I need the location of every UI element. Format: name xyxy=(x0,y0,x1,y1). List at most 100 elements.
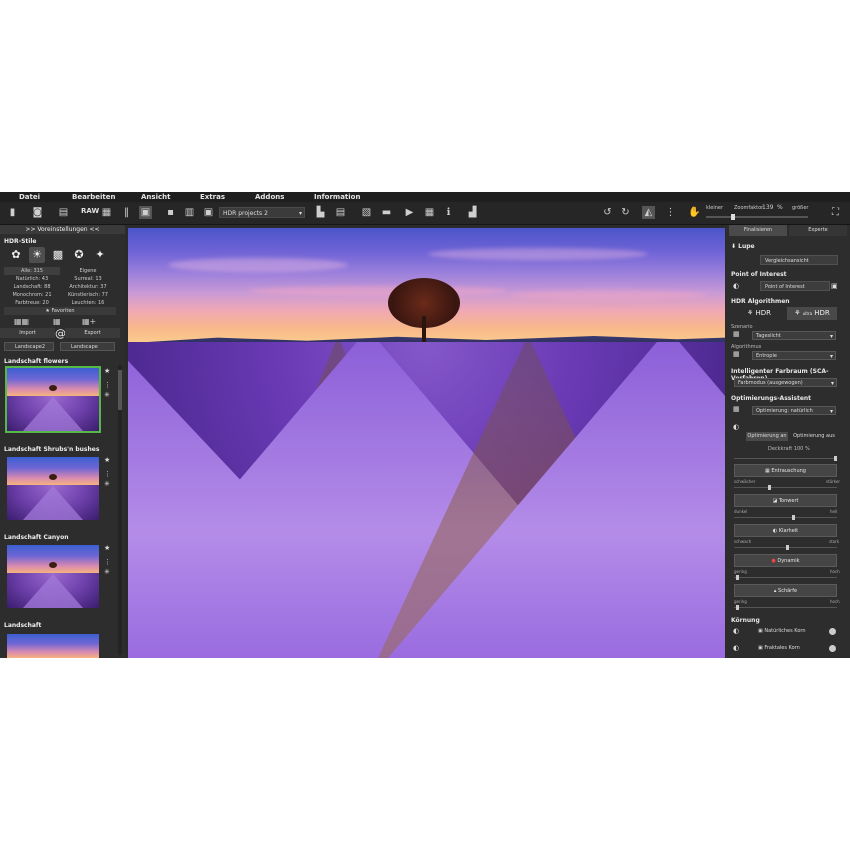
hdr-algorithm-button[interactable]: ⚘ HDR xyxy=(734,307,784,320)
adjust-slider[interactable] xyxy=(734,515,837,520)
preset-thumbnail[interactable] xyxy=(7,545,99,608)
preset-thumbnail[interactable] xyxy=(5,366,101,433)
sparkle-icon[interactable]: ✦ xyxy=(92,247,108,263)
more-icon[interactable]: ⋮ xyxy=(104,470,111,478)
slider-knob[interactable] xyxy=(834,456,837,461)
film-icon[interactable]: ▦ xyxy=(423,206,436,219)
list-view-icon[interactable]: ▦▦ xyxy=(14,317,29,326)
toggle-icon[interactable]: ◐ xyxy=(733,627,739,635)
opacity-value[interactable]: 100 xyxy=(794,446,804,452)
project-select[interactable]: HDR projects 2 ▾ xyxy=(219,207,305,218)
redo-icon[interactable]: ↻ xyxy=(619,206,632,219)
adjust-slider[interactable] xyxy=(734,485,837,490)
adjust-button[interactable]: ● Dynamik xyxy=(734,554,837,567)
menu-datei[interactable]: Datei xyxy=(19,192,40,202)
count-glow[interactable]: Leuchten: 16 xyxy=(60,299,116,307)
compare-view-button[interactable]: Vergleichsansicht xyxy=(760,255,838,265)
optimizer-select[interactable]: Optimierung: natürlich ▾ xyxy=(752,406,836,415)
lupe-heading[interactable]: ⬇ Lupe xyxy=(731,243,755,250)
crop-icon[interactable]: ⛶ xyxy=(829,206,842,219)
sliders-icon[interactable]: ‖ xyxy=(120,206,133,219)
import-button[interactable]: Import xyxy=(0,328,55,338)
hand-icon[interactable]: ✋ xyxy=(688,206,701,219)
menu-information[interactable]: Information xyxy=(314,192,360,202)
favorite-star-icon[interactable]: ★ xyxy=(104,544,110,552)
molecule-icon[interactable]: ✿ xyxy=(8,247,24,263)
share-preset-icon[interactable]: ✳ xyxy=(104,480,110,488)
presets-title[interactable]: >> Voreinstellungen << xyxy=(0,225,125,234)
count-artistic[interactable]: Künstlerisch: 77 xyxy=(60,291,116,299)
opacity-control[interactable]: Deckkraft 100 % xyxy=(768,446,810,452)
menu-ansicht[interactable]: Ansicht xyxy=(141,192,170,202)
image-canvas[interactable] xyxy=(128,228,725,658)
adjust-slider[interactable] xyxy=(734,545,837,550)
grain-toggle[interactable] xyxy=(829,645,836,652)
tab-experte[interactable]: Experte xyxy=(789,225,847,236)
stack-icon[interactable]: ▙ xyxy=(314,206,327,219)
grid-view-icon[interactable]: ▦ xyxy=(53,317,61,326)
adjust-slider[interactable] xyxy=(734,575,837,580)
open-icon[interactable]: ◙ xyxy=(31,206,44,219)
batch-icon[interactable]: ▦ xyxy=(100,206,113,219)
compare-icon[interactable]: ◭ xyxy=(642,206,655,219)
presets-scrollbar[interactable] xyxy=(118,365,122,655)
print-icon[interactable]: ▥ xyxy=(183,206,196,219)
raw-button[interactable]: RAW xyxy=(81,207,99,215)
presets-scrollbar-thumb[interactable] xyxy=(118,370,122,410)
save-icon[interactable]: ▪ xyxy=(164,206,177,219)
building-icon[interactable]: ▩ xyxy=(50,247,66,263)
slider-knob[interactable] xyxy=(736,605,739,610)
brightness-icon[interactable]: ☀ xyxy=(29,247,45,263)
fractal-grain-row[interactable]: ▣ Fraktales Korn xyxy=(758,643,838,654)
more-icon[interactable]: ⋮ xyxy=(104,558,111,566)
slider-knob[interactable] xyxy=(792,515,795,520)
zoom-value[interactable]: 139 xyxy=(762,204,773,211)
poi-settings-icon[interactable]: ▣ xyxy=(831,282,838,290)
szenario-select[interactable]: Tageslicht ▾ xyxy=(752,331,836,340)
fit-icon[interactable]: ⋮ xyxy=(664,206,677,219)
optimization-off-button[interactable]: Optimierung aus xyxy=(792,432,836,441)
count-monochrome[interactable]: Monochrom: 21 xyxy=(4,291,60,299)
menu-bearbeiten[interactable]: Bearbeiten xyxy=(72,192,116,202)
slider-knob[interactable] xyxy=(736,575,739,580)
count-landscape[interactable]: Landschaft: 88 xyxy=(4,283,60,291)
add-preset-icon[interactable]: ▦+ xyxy=(82,317,96,326)
undo-icon[interactable]: ↺ xyxy=(601,206,614,219)
new-icon[interactable]: ▮ xyxy=(6,206,19,219)
toggle-icon[interactable]: ◐ xyxy=(733,423,739,431)
filter-left-select[interactable]: Landscape2 xyxy=(4,342,54,351)
grain-toggle[interactable] xyxy=(829,628,836,635)
more-icon[interactable]: ⋮ xyxy=(104,381,111,389)
count-surreal[interactable]: Surreal: 13 xyxy=(60,275,116,283)
adjust-button[interactable]: ▦ Entrauschung xyxy=(734,464,837,477)
presentation-icon[interactable]: ▬ xyxy=(380,206,393,219)
gallery-icon[interactable]: ▤ xyxy=(57,206,70,219)
info-icon[interactable]: ℹ xyxy=(442,206,455,219)
document-icon[interactable]: ▤ xyxy=(334,206,347,219)
poi-button[interactable]: Point of Interest xyxy=(760,281,830,291)
count-natural[interactable]: Natürlich: 43 xyxy=(4,275,60,283)
adjust-button[interactable]: ◐ Klarheit xyxy=(734,524,837,537)
zoom-slider[interactable] xyxy=(706,214,808,220)
zoom-slider-thumb[interactable] xyxy=(730,214,735,220)
count-color-fidelity[interactable]: Farbtreue: 20 xyxy=(4,299,60,307)
menu-addons[interactable]: Addons xyxy=(255,192,284,202)
share-preset-icon[interactable]: ✳ xyxy=(104,568,110,576)
share-icon[interactable]: ▧ xyxy=(360,206,373,219)
count-own[interactable]: Eigene xyxy=(60,267,116,275)
algorithmus-select[interactable]: Entropie ▾ xyxy=(752,351,836,360)
adjust-slider[interactable] xyxy=(734,605,837,610)
filter-right-select[interactable]: Landscape xyxy=(60,342,115,351)
export-button[interactable]: Export xyxy=(65,328,120,338)
favorite-star-icon[interactable]: ★ xyxy=(104,367,110,375)
favorite-star-icon[interactable]: ★ xyxy=(104,456,110,464)
adjust-button[interactable]: ▴ Schärfe xyxy=(734,584,837,597)
count-all[interactable]: Alle: 315 xyxy=(4,267,60,275)
menu-extras[interactable]: Extras xyxy=(200,192,225,202)
slider-knob[interactable] xyxy=(768,485,771,490)
optimization-on-button[interactable]: Optimierung an xyxy=(746,432,788,441)
play-icon[interactable]: ▶ xyxy=(403,206,416,219)
ultra-hdr-button[interactable]: ⚘ ultra HDR xyxy=(787,307,837,320)
natural-grain-row[interactable]: ▣ Natürliches Korn xyxy=(758,626,838,637)
export-icon[interactable]: ▣ xyxy=(202,206,215,219)
